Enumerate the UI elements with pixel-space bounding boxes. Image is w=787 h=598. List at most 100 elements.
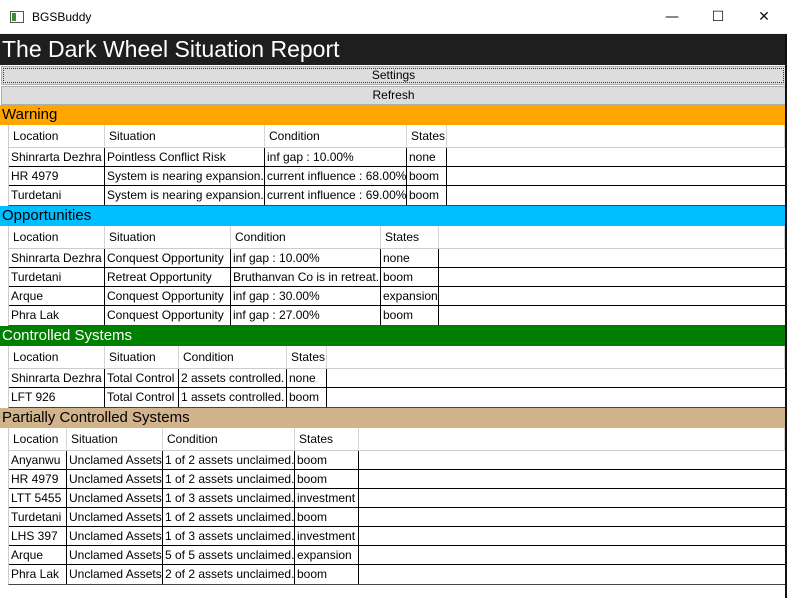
table-row[interactable]: HR 4979 Unclamed Assets 1 of 2 assets uncl… <box>9 470 785 489</box>
section-header-warning: Warning <box>0 105 787 125</box>
window-title: BGSBuddy <box>32 9 92 24</box>
cell-situation: Total Control <box>105 369 179 387</box>
column-header-situation[interactable]: Situation <box>67 428 163 450</box>
cell-situation: Unclamed Assets <box>67 565 163 584</box>
cell-location: Shinrarta Dezhra <box>9 369 105 387</box>
table-row[interactable]: Shinrarta Dezhra Pointless Conflict Risk i… <box>9 148 785 167</box>
cell-location: LFT 926 <box>9 388 105 407</box>
section-header-controlled: Controlled Systems <box>0 326 787 346</box>
table-row[interactable]: Turdetani Retreat Opportunity Bruthanvan C… <box>9 268 785 287</box>
cell-condition: current influence : 69.00% <box>265 186 407 205</box>
row-filler <box>327 388 785 407</box>
controlled-grid[interactable]: Location Situation Condition States Shinrart… <box>8 346 785 408</box>
row-filler <box>359 470 785 488</box>
table-row[interactable]: LTT 5455 Unclamed Assets 1 of 3 assets unc… <box>9 489 785 508</box>
table-row[interactable]: Shinrarta Dezhra Total Control 2 assets co… <box>9 369 785 388</box>
column-header-location[interactable]: Location <box>9 125 105 147</box>
column-header-location[interactable]: Location <box>9 346 105 368</box>
row-filler <box>359 508 785 526</box>
row-filler <box>359 565 785 584</box>
warning-grid-header: Location Situation Condition States <box>9 125 785 148</box>
cell-situation: Unclamed Assets <box>69 508 163 526</box>
cell-situation: Conquest Opportunity <box>105 306 231 325</box>
cell-states: boom <box>295 565 359 584</box>
column-header-states[interactable]: States <box>295 428 359 450</box>
row-filler <box>439 268 785 286</box>
cell-situation: Total Control <box>105 388 179 407</box>
cell-location: LHS 397 <box>9 527 67 545</box>
column-header-situation[interactable]: Situation <box>105 125 265 147</box>
row-filler <box>447 148 785 166</box>
opportunities-grid[interactable]: Location Situation Condition States Shinrart… <box>8 226 785 326</box>
table-row[interactable]: Shinrarta Dezhra Conquest Opportunity inf … <box>9 249 785 268</box>
table-row[interactable]: Anyanwu Unclamed Assets 1 of 2 assets uncl… <box>9 451 785 470</box>
refresh-button[interactable]: Refresh <box>1 86 786 105</box>
warning-grid[interactable]: Location Situation Condition States Shinrart… <box>8 125 785 206</box>
column-header-filler <box>327 346 785 368</box>
table-row[interactable]: Arque Conquest Opportunity inf gap : 30.00… <box>9 287 785 306</box>
report-content: The Dark Wheel Situation Report Settings… <box>0 34 787 598</box>
cell-states: investment <box>295 527 359 545</box>
row-filler <box>439 306 785 325</box>
row-filler <box>359 527 785 545</box>
cell-states: expansion <box>383 287 439 305</box>
cell-location: Turdetani <box>9 186 105 205</box>
cell-condition: 5 of 5 assets unclaimed. <box>165 546 295 564</box>
cell-location: Shinrarta Dezhra <box>9 148 105 166</box>
cell-states: boom <box>381 268 439 286</box>
column-header-states[interactable]: States <box>287 346 327 368</box>
column-header-condition[interactable]: Condition <box>265 125 407 147</box>
cell-situation: Conquest Opportunity <box>105 287 231 305</box>
cell-states: boom <box>295 451 359 469</box>
cell-situation: Unclamed Assets <box>69 470 163 488</box>
cell-condition: inf gap : 10.00% <box>265 148 407 166</box>
table-row[interactable]: Turdetani Unclamed Assets 1 of 2 assets un… <box>9 508 785 527</box>
column-header-location[interactable]: Location <box>9 226 105 248</box>
column-header-condition[interactable]: Condition <box>179 346 287 368</box>
column-header-situation[interactable]: Situation <box>105 346 179 368</box>
cell-situation: Unclamed Assets <box>69 489 163 507</box>
table-row[interactable]: LFT 926 Total Control 1 assets controlled.… <box>9 388 785 407</box>
cell-condition: current influence : 68.00% <box>267 167 407 185</box>
cell-states: none <box>407 148 447 166</box>
cell-states: boom <box>381 306 439 325</box>
cell-condition: 2 of 2 assets unclaimed. <box>163 565 295 584</box>
column-header-location[interactable]: Location <box>9 428 67 450</box>
cell-states: none <box>381 249 439 267</box>
partial-grid[interactable]: Location Situation Condition States Anyanwu U… <box>8 428 785 585</box>
section-header-partial: Partially Controlled Systems <box>0 408 787 428</box>
cell-condition: inf gap : 10.00% <box>231 249 381 267</box>
cell-location: Phra Lak <box>9 565 67 584</box>
row-filler <box>359 489 785 507</box>
column-header-situation[interactable]: Situation <box>105 226 231 248</box>
cell-states: boom <box>295 508 359 526</box>
settings-button[interactable]: Settings <box>1 66 786 85</box>
table-row[interactable]: HR 4979 System is nearing expansion. curre… <box>9 167 785 186</box>
maximize-icon[interactable]: ☐ <box>695 0 741 34</box>
cell-situation: System is nearing expansion. <box>107 167 265 185</box>
cell-location: Anyanwu <box>9 451 67 469</box>
row-filler <box>327 369 785 387</box>
table-row[interactable]: LHS 397 Unclamed Assets 1 of 3 assets uncl… <box>9 527 785 546</box>
column-header-states[interactable]: States <box>381 226 439 248</box>
cell-location: Turdetani <box>9 508 67 526</box>
close-icon[interactable]: ✕ <box>741 0 787 34</box>
cell-location: Shinrarta Dezhra <box>9 249 105 267</box>
cell-states: investment <box>295 489 359 507</box>
cell-location: Arque <box>9 287 105 305</box>
cell-condition: inf gap : 30.00% <box>231 287 381 305</box>
window-controls: — ☐ ✕ <box>649 0 787 34</box>
row-filler <box>359 546 785 564</box>
column-header-states[interactable]: States <box>407 125 447 147</box>
cell-condition: 1 of 3 assets unclaimed. <box>165 527 295 545</box>
table-row[interactable]: Phra Lak Conquest Opportunity inf gap : 27… <box>9 306 785 325</box>
table-row[interactable]: Arque Unclamed Assets 5 of 5 assets unclai… <box>9 546 785 565</box>
column-header-condition[interactable]: Condition <box>231 226 381 248</box>
cell-situation: System is nearing expansion. <box>105 186 265 205</box>
minimize-icon[interactable]: — <box>649 0 695 34</box>
column-header-condition[interactable]: Condition <box>163 428 295 450</box>
table-row[interactable]: Turdetani System is nearing expansion. cur… <box>9 186 785 205</box>
cell-situation: Unclamed Assets <box>69 546 163 564</box>
table-row[interactable]: Phra Lak Unclamed Assets 2 of 2 assets unc… <box>9 565 785 584</box>
cell-situation: Unclamed Assets <box>69 451 163 469</box>
